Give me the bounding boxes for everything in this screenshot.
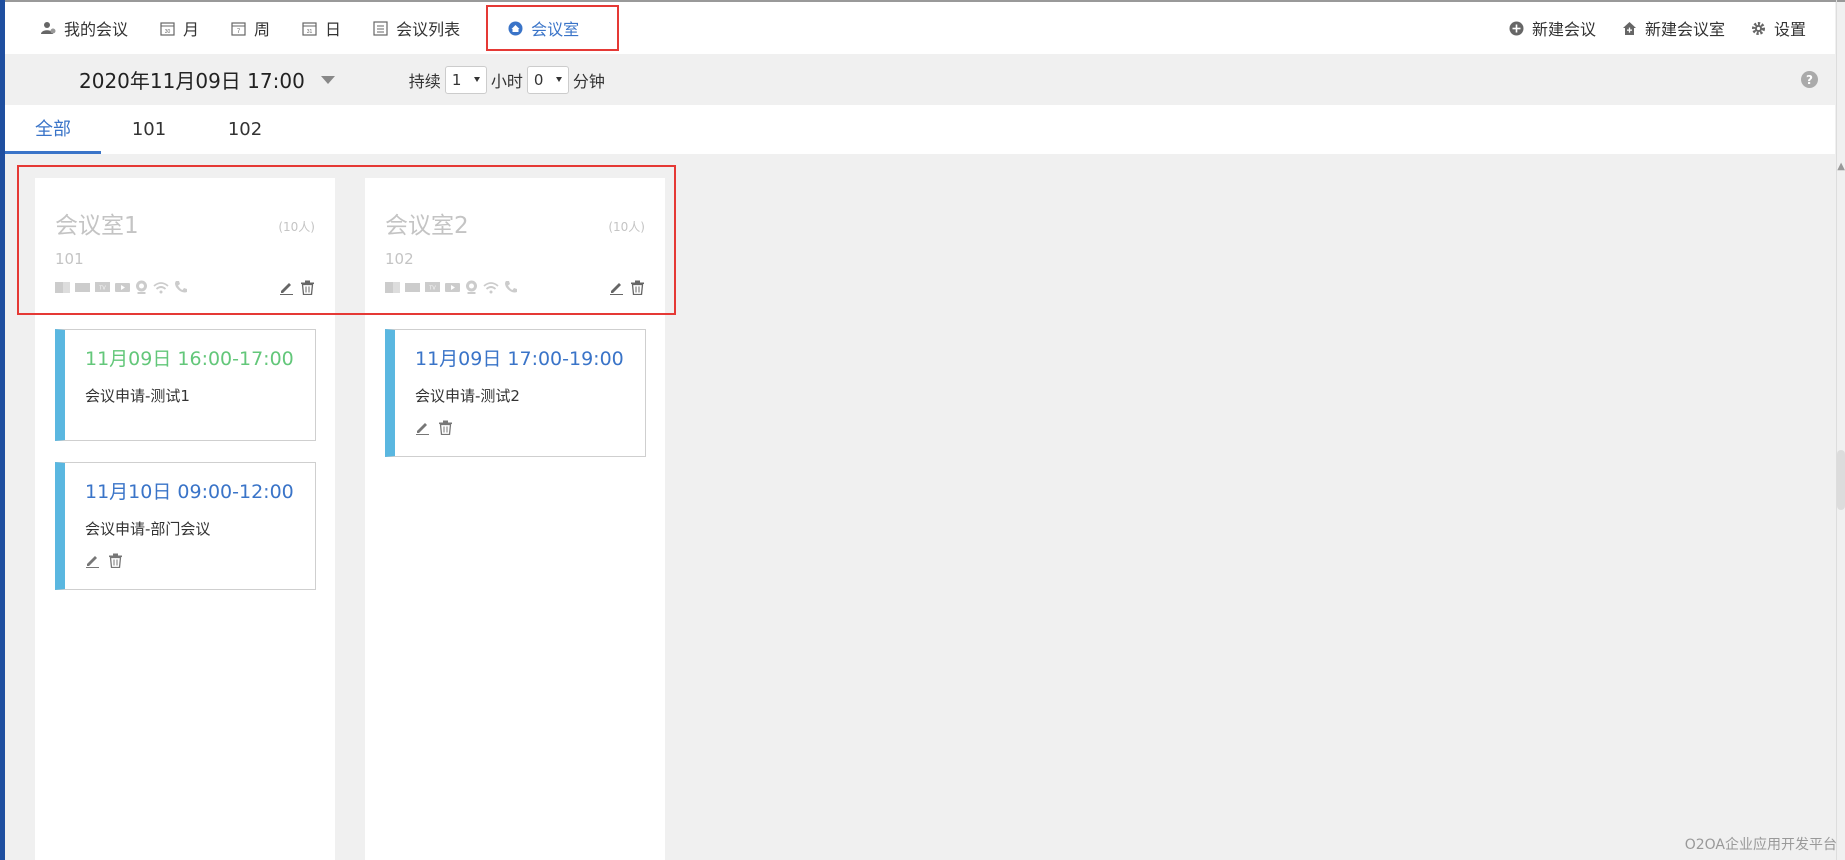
meeting-card[interactable]: 11月10日 09:00-12:00 会议申请-部门会议 bbox=[55, 462, 316, 590]
nav-day[interactable]: 31 日 bbox=[286, 5, 357, 51]
nav-label: 我的会议 bbox=[64, 20, 129, 39]
top-navigation: 我的会议 30 月 7 周 31 日 会议列表 会议室 新建会议 新建会议室 设… bbox=[5, 2, 1835, 54]
view-switcher: 我的会议 30 月 7 周 31 日 会议列表 会议室 bbox=[5, 2, 620, 54]
meeting-title: 会议申请-部门会议 bbox=[85, 520, 211, 538]
help-icon[interactable]: ? bbox=[1801, 71, 1818, 88]
tab-101[interactable]: 101 bbox=[101, 105, 197, 154]
nav-my-meetings[interactable]: 我的会议 bbox=[25, 5, 144, 51]
hours-value: 1 bbox=[451, 70, 462, 89]
new-room-button[interactable]: 新建会议室 bbox=[1609, 5, 1738, 51]
minutes-unit: 分钟 bbox=[572, 71, 605, 91]
tab-all[interactable]: 全部 bbox=[5, 105, 101, 154]
room-board: 会议室1 (10人) 101 TV 11月09日 16:00-17:00 会议申… bbox=[5, 154, 1835, 860]
calendar-day-icon: 31 bbox=[302, 21, 317, 36]
new-room-label: 新建会议室 bbox=[1644, 20, 1725, 39]
nav-month[interactable]: 30 月 bbox=[144, 5, 215, 51]
nav-meeting-list[interactable]: 会议列表 bbox=[357, 5, 476, 51]
duration-label: 持续 bbox=[408, 71, 441, 91]
room-tabs: 全部 101 102 bbox=[5, 105, 1835, 154]
datetime-toolbar: 2020年11月09日 17:00 持续 1 小时 0 分钟 ? bbox=[5, 54, 1835, 105]
datetime-value: 2020年11月09日 17:00 bbox=[79, 69, 305, 93]
edit-icon[interactable] bbox=[85, 553, 100, 572]
calendar-month-icon: 30 bbox=[160, 21, 175, 36]
nav-meeting-rooms[interactable]: 会议室 bbox=[486, 5, 620, 51]
home-icon bbox=[508, 21, 523, 36]
user-icon bbox=[41, 21, 56, 36]
nav-label: 月 bbox=[183, 20, 200, 39]
meeting-time: 11月09日 16:00-17:00 bbox=[85, 348, 294, 370]
house-plus-icon bbox=[1622, 21, 1637, 36]
scrollbar-thumb[interactable] bbox=[1837, 450, 1845, 510]
meeting-time: 11月09日 17:00-19:00 bbox=[415, 348, 624, 370]
calendar-number: 7 bbox=[237, 29, 241, 35]
hours-unit: 小时 bbox=[490, 71, 523, 91]
new-meeting-button[interactable]: 新建会议 bbox=[1496, 5, 1609, 51]
scroll-up-arrow[interactable]: ▲ bbox=[1837, 161, 1845, 172]
settings-button[interactable]: 设置 bbox=[1738, 5, 1819, 51]
meeting-time: 11月10日 09:00-12:00 bbox=[85, 481, 294, 503]
action-menu: 新建会议 新建会议室 设置 bbox=[1496, 5, 1835, 51]
annotation-highlight-box bbox=[17, 165, 676, 315]
calendar-number: 30 bbox=[165, 29, 171, 35]
settings-label: 设置 bbox=[1773, 20, 1806, 39]
new-meeting-label: 新建会议 bbox=[1531, 20, 1596, 39]
hours-select[interactable]: 1 bbox=[444, 65, 487, 94]
caret-down-icon bbox=[555, 77, 562, 82]
edit-icon[interactable] bbox=[415, 420, 430, 439]
tab-102[interactable]: 102 bbox=[197, 105, 293, 154]
nav-label: 会议列表 bbox=[396, 20, 461, 39]
datetime-picker[interactable]: 2020年11月09日 17:00 bbox=[79, 65, 335, 94]
caret-down-icon bbox=[473, 77, 480, 82]
meeting-card[interactable]: 11月09日 17:00-19:00 会议申请-测试2 bbox=[385, 329, 646, 457]
minutes-select[interactable]: 0 bbox=[526, 65, 569, 94]
list-icon bbox=[373, 20, 388, 36]
meeting-actions bbox=[415, 420, 645, 439]
meeting-card[interactable]: 11月09日 16:00-17:00 会议申请-测试1 bbox=[55, 329, 316, 441]
calendar-week-icon: 7 bbox=[231, 21, 246, 36]
nav-label: 周 bbox=[254, 20, 271, 39]
chevron-down-icon bbox=[320, 75, 335, 84]
meeting-title: 会议申请-测试2 bbox=[415, 387, 520, 405]
trash-icon[interactable] bbox=[438, 420, 453, 439]
nav-label: 日 bbox=[325, 20, 342, 39]
scrollbar-track bbox=[1836, 0, 1837, 860]
duration-control: 持续 1 小时 0 分钟 bbox=[408, 65, 605, 94]
plus-circle-icon bbox=[1509, 21, 1524, 36]
calendar-number: 31 bbox=[307, 29, 313, 35]
meeting-actions bbox=[85, 553, 315, 572]
minutes-value: 0 bbox=[533, 70, 544, 89]
gear-icon bbox=[1751, 21, 1766, 36]
nav-week[interactable]: 7 周 bbox=[215, 5, 286, 51]
footer-watermark: O2OA企业应用开发平台 bbox=[1684, 837, 1837, 853]
meeting-title: 会议申请-测试1 bbox=[85, 387, 190, 405]
trash-icon[interactable] bbox=[108, 553, 123, 572]
nav-label: 会议室 bbox=[531, 20, 580, 39]
